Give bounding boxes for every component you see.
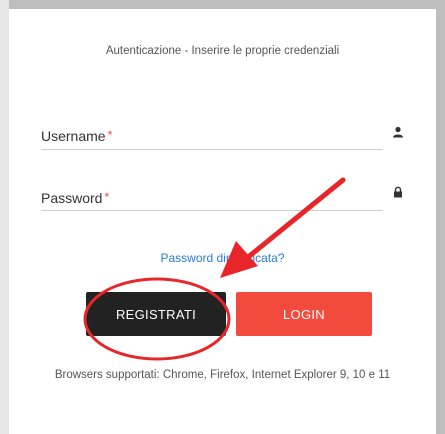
register-button[interactable]: REGISTRATI [86,292,226,336]
password-input[interactable] [41,210,383,211]
user-icon [393,126,403,138]
username-label: Username * [41,128,112,144]
username-input[interactable] [41,149,383,150]
password-label: Password * [41,190,109,206]
login-panel: Autenticazione - Inserire le proprie cre… [9,9,436,434]
login-subtitle: Autenticazione - Inserire le proprie cre… [105,45,340,57]
window-border-left [0,0,9,434]
window-border-top [0,0,445,9]
password-required-mark: * [104,190,110,204]
lock-icon [394,186,402,198]
login-button[interactable]: LOGIN [236,292,372,336]
username-label-text: Username [41,128,106,144]
forgot-password-link[interactable]: Password dimenticata? [9,251,436,265]
window-border-right [436,0,445,434]
supported-browsers-text: Browsers supportati: Chrome, Firefox, In… [54,369,391,381]
username-required-mark: * [107,128,113,142]
password-label-text: Password [41,190,103,206]
